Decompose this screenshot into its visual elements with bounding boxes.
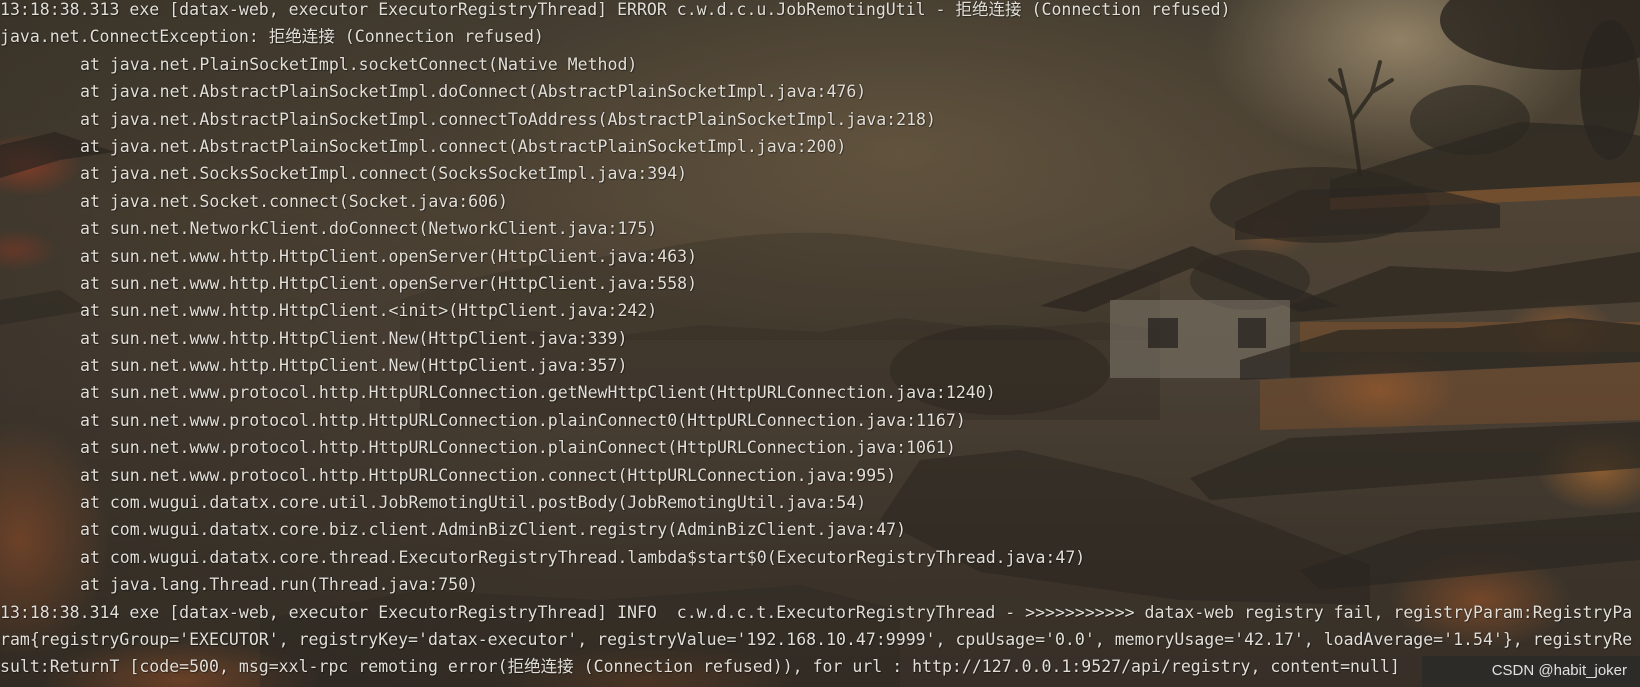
stack-frame-line: at java.lang.Thread.run(Thread.java:750) [80,575,479,595]
stack-frame-line: at sun.net.www.http.HttpClient.<init>(Ht… [80,301,658,321]
stack-frame-line: at sun.net.NetworkClient.doConnect(Netwo… [80,219,658,239]
stack-frame-line: at com.wugui.datatx.core.biz.client.Admi… [80,520,907,540]
stack-frame-line: at sun.net.www.protocol.http.HttpURLConn… [80,438,956,458]
terminal-output[interactable]: 13:18:38.313 exe [datax-web, executor Ex… [0,0,1640,681]
stack-frame-line: at sun.net.www.http.HttpClient.New(HttpC… [80,328,628,348]
stack-frame-line: at sun.net.www.protocol.http.HttpURLConn… [80,383,996,403]
stack-frame-line: at sun.net.www.http.HttpClient.New(HttpC… [80,356,628,376]
stack-frame-line: at java.net.AbstractPlainSocketImpl.conn… [80,136,847,156]
log-line-info: 13:18:38.314 exe [datax-web, executor Ex… [0,602,1633,622]
stack-frame-line: at java.net.AbstractPlainSocketImpl.conn… [80,109,936,129]
log-line-continuation: sult:ReturnT [code=500, msg=xxl-rpc remo… [0,657,1400,677]
stack-frame-line: at java.net.AbstractPlainSocketImpl.doCo… [80,82,867,102]
stack-frame-line: at sun.net.www.protocol.http.HttpURLConn… [80,410,966,430]
log-line-error: 13:18:38.313 exe [datax-web, executor Ex… [0,0,1231,19]
stack-frame-line: at com.wugui.datatx.core.thread.Executor… [80,547,1086,567]
exception-message-line: java.net.ConnectException: 拒绝连接 (Connect… [0,27,544,47]
terminal-window: 13:18:38.313 exe [datax-web, executor Ex… [0,0,1640,687]
watermark: CSDN @habit_joker [1491,662,1627,679]
stack-frame-line: at com.wugui.datatx.core.util.JobRemotin… [80,493,867,513]
stack-frame-line: at java.net.Socket.connect(Socket.java:6… [80,191,508,211]
log-line-continuation: ram{registryGroup='EXECUTOR', registryKe… [0,629,1633,649]
stack-frame-line: at java.net.PlainSocketImpl.socketConnec… [80,54,638,74]
stack-frame-line: at sun.net.www.protocol.http.HttpURLConn… [80,465,897,485]
stack-frame-line: at sun.net.www.http.HttpClient.openServe… [80,273,698,293]
stack-frame-line: at sun.net.www.http.HttpClient.openServe… [80,246,698,266]
stack-frame-line: at java.net.SocksSocketImpl.connect(Sock… [80,164,688,184]
